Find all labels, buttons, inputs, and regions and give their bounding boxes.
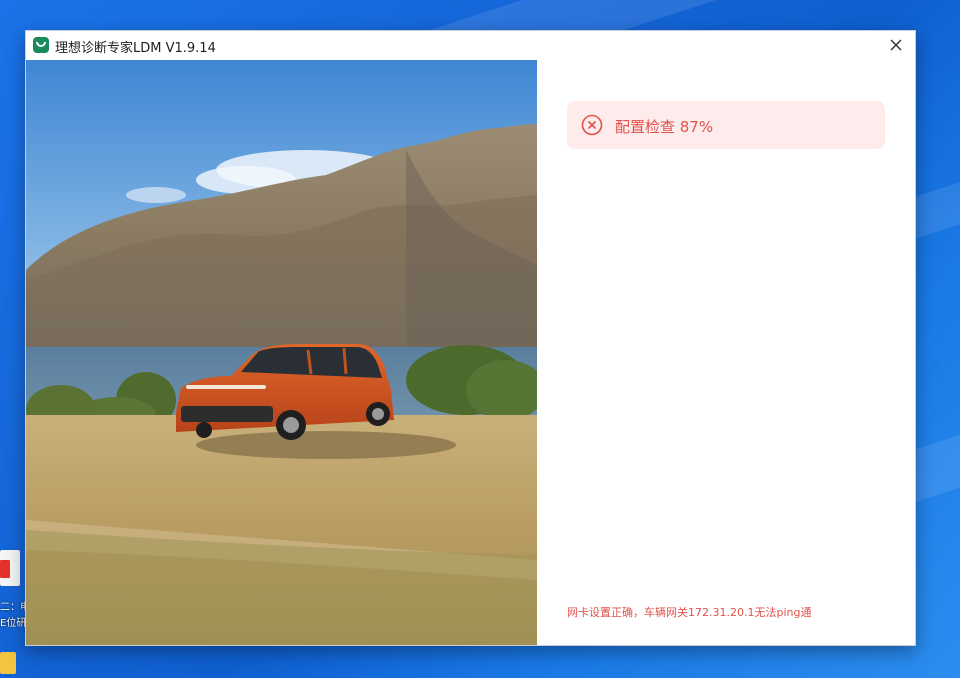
hero-image: [26, 60, 537, 645]
app-logo-icon: [33, 37, 49, 53]
window-title: 理想诊断专家LDM V1.9.14: [55, 41, 216, 56]
app-window: 理想诊断专家LDM V1.9.14 配置检查 87% 网卡设置正确，车辆网关17…: [25, 30, 916, 646]
status-card: 配置检查 87%: [567, 101, 885, 149]
pdf-file-icon[interactable]: [0, 548, 22, 588]
error-circle-x-icon: [581, 114, 603, 136]
diagnosis-panel: 配置检查 87% 网卡设置正确，车辆网关172.31.20.1无法ping通: [537, 60, 915, 645]
status-text: 配置检查 87%: [615, 118, 714, 136]
close-icon: [890, 39, 902, 51]
car-landscape-image: [26, 60, 537, 645]
desktop: 二：电 E位研 理想诊断专家LDM V1.9.14 配置检查 87% 网卡设置正…: [0, 0, 960, 678]
close-button[interactable]: [885, 34, 907, 56]
title-bar[interactable]: 理想诊断专家LDM V1.9.14: [26, 31, 915, 60]
folder-icon[interactable]: [0, 652, 16, 674]
desktop-icon-label[interactable]: E位研: [0, 614, 26, 629]
diagnosis-message: 网卡设置正确，车辆网关172.31.20.1无法ping通: [567, 606, 812, 619]
